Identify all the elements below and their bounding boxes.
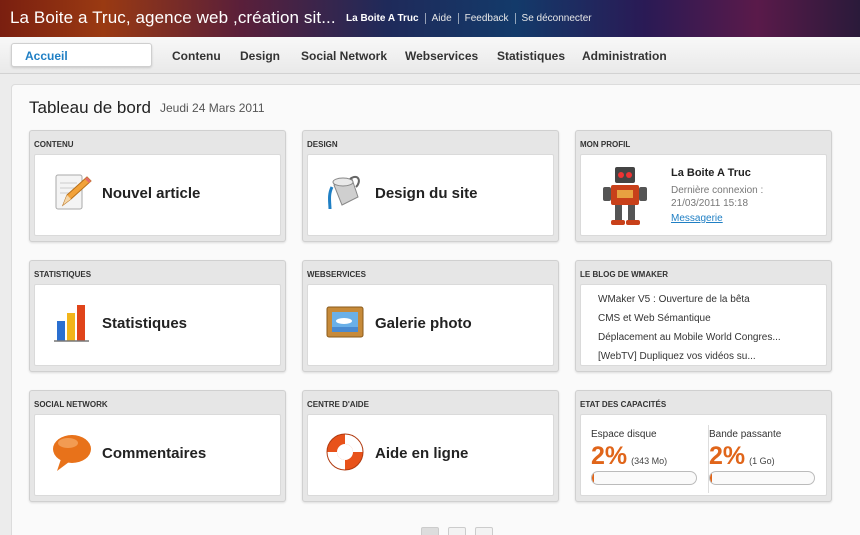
- feedback-link[interactable]: Feedback: [465, 13, 509, 24]
- page-dot-1[interactable]: [421, 527, 439, 535]
- nav-contenu[interactable]: Contenu: [172, 49, 221, 63]
- widget-webservices: WEBSERVICES Galerie photo: [302, 260, 559, 372]
- disk-value: 2% (343 Mo): [591, 442, 701, 471]
- widget-body[interactable]: Galerie photo: [307, 284, 554, 366]
- messages-link[interactable]: Messagerie: [671, 213, 723, 224]
- paint-bucket-icon: [328, 175, 360, 210]
- robot-avatar-icon: [603, 167, 647, 225]
- last-login: Dernière connexion : 21/03/2011 15:18: [671, 185, 764, 209]
- widget-body[interactable]: Statistiques: [34, 284, 281, 366]
- site-design-link[interactable]: Design du site: [375, 185, 478, 202]
- widget-title: SOCIAL NETWORK: [34, 400, 108, 409]
- blog-post-link[interactable]: CMS et Web Sémantique: [598, 313, 781, 332]
- page-dot-2[interactable]: [448, 527, 466, 535]
- bandwidth-progress-bar: [709, 471, 815, 485]
- widget-title: MON PROFIL: [580, 140, 631, 149]
- widget-blog: LE BLOG DE WMAKER WMaker V5 : Ouverture …: [575, 260, 832, 372]
- disk-total: (343 Mo): [631, 456, 668, 466]
- photo-gallery-link[interactable]: Galerie photo: [375, 315, 472, 332]
- bar-chart-icon: [54, 305, 89, 342]
- speech-bubble-icon: [53, 435, 91, 471]
- nav-administration[interactable]: Administration: [582, 49, 667, 63]
- bandwidth-capacity: Bande passante 2% (1 Go): [709, 429, 819, 485]
- widget-body[interactable]: Commentaires: [34, 414, 281, 496]
- page-date: Jeudi 24 Mars 2011: [160, 101, 265, 115]
- nav-design[interactable]: Design: [240, 49, 280, 63]
- main-nav: Accueil Contenu Design Social Network We…: [0, 37, 860, 74]
- link-separator: [424, 13, 426, 24]
- nav-webservices[interactable]: Webservices: [405, 49, 478, 63]
- page-title: Tableau de bord: [29, 98, 151, 117]
- bandwidth-value: 2% (1 Go): [709, 442, 819, 471]
- widget-title: WEBSERVICES: [307, 270, 366, 279]
- blog-post-link[interactable]: WMaker V5 : Ouverture de la bêta: [598, 294, 781, 313]
- widget-title: CONTENU: [34, 140, 74, 149]
- blog-post-link[interactable]: [WebTV] Dupliquez vos vidéos su...: [598, 351, 781, 370]
- top-links: La Boite A Truc Aide Feedback Se déconne…: [346, 13, 592, 24]
- widget-title: STATISTIQUES: [34, 270, 92, 279]
- nav-statistiques[interactable]: Statistiques: [497, 49, 565, 63]
- blog-post-list: WMaker V5 : Ouverture de la bêta CMS et …: [598, 294, 781, 370]
- bandwidth-total: (1 Go): [749, 456, 775, 466]
- disk-capacity: Espace disque 2% (343 Mo): [591, 429, 701, 485]
- widget-social-network: SOCIAL NETWORK Commentaires: [29, 390, 286, 502]
- nav-social-network[interactable]: Social Network: [301, 49, 387, 63]
- blog-post-link[interactable]: Déplacement au Mobile World Congres...: [598, 332, 781, 351]
- pencil-document-icon: [55, 174, 92, 210]
- user-name[interactable]: La Boite A Truc: [346, 13, 419, 24]
- widget-body[interactable]: Design du site: [307, 154, 554, 236]
- logout-link[interactable]: Se déconnecter: [522, 13, 592, 24]
- bandwidth-label: Bande passante: [709, 429, 782, 440]
- new-article-link[interactable]: Nouvel article: [102, 185, 200, 202]
- widget-design: DESIGN Design du site: [302, 130, 559, 242]
- disk-label: Espace disque: [591, 429, 657, 440]
- bandwidth-progress-fill: [710, 472, 713, 484]
- disk-percent: 2%: [591, 442, 628, 470]
- lifebuoy-icon: [326, 433, 364, 471]
- widget-body: La Boite A Truc Dernière connexion : 21/…: [580, 154, 827, 236]
- statistics-link[interactable]: Statistiques: [102, 315, 187, 332]
- widget-title: DESIGN: [307, 140, 338, 149]
- widget-title: LE BLOG DE WMAKER: [580, 270, 668, 279]
- help-link[interactable]: Aide: [432, 13, 452, 24]
- widget-body[interactable]: Nouvel article: [34, 154, 281, 236]
- site-title[interactable]: La Boite a Truc, agence web ,création si…: [10, 8, 336, 28]
- widget-statistiques: STATISTIQUES Statistiques: [29, 260, 286, 372]
- widget-body: WMaker V5 : Ouverture de la bêta CMS et …: [580, 284, 827, 366]
- widget-profil: MON PROFIL La Boite A Truc Dernière conn…: [575, 130, 832, 242]
- profile-name: La Boite A Truc: [671, 167, 751, 179]
- top-banner: La Boite a Truc, agence web ,création si…: [0, 0, 860, 37]
- disk-progress-bar: [591, 471, 697, 485]
- page-dot-3[interactable]: [475, 527, 493, 535]
- link-separator: [514, 13, 516, 24]
- link-separator: [457, 13, 459, 24]
- widget-title: CENTRE D'AIDE: [307, 400, 369, 409]
- online-help-link[interactable]: Aide en ligne: [375, 445, 468, 462]
- widget-contenu: CONTENU Nouvel article: [29, 130, 286, 242]
- widget-centre-aide: CENTRE D'AIDE Aide en ligne: [302, 390, 559, 502]
- widget-body[interactable]: Aide en ligne: [307, 414, 554, 496]
- widget-title: ETAT DES CAPACITÉS: [580, 400, 667, 409]
- widget-body: Espace disque 2% (343 Mo) Bande passante…: [580, 414, 827, 496]
- nav-home-tab[interactable]: Accueil: [11, 43, 152, 67]
- disk-progress-fill: [592, 472, 595, 484]
- widget-capacites: ETAT DES CAPACITÉS Espace disque 2% (343…: [575, 390, 832, 502]
- bandwidth-percent: 2%: [709, 442, 746, 470]
- comments-link[interactable]: Commentaires: [102, 445, 206, 462]
- photo-frame-icon: [326, 306, 364, 338]
